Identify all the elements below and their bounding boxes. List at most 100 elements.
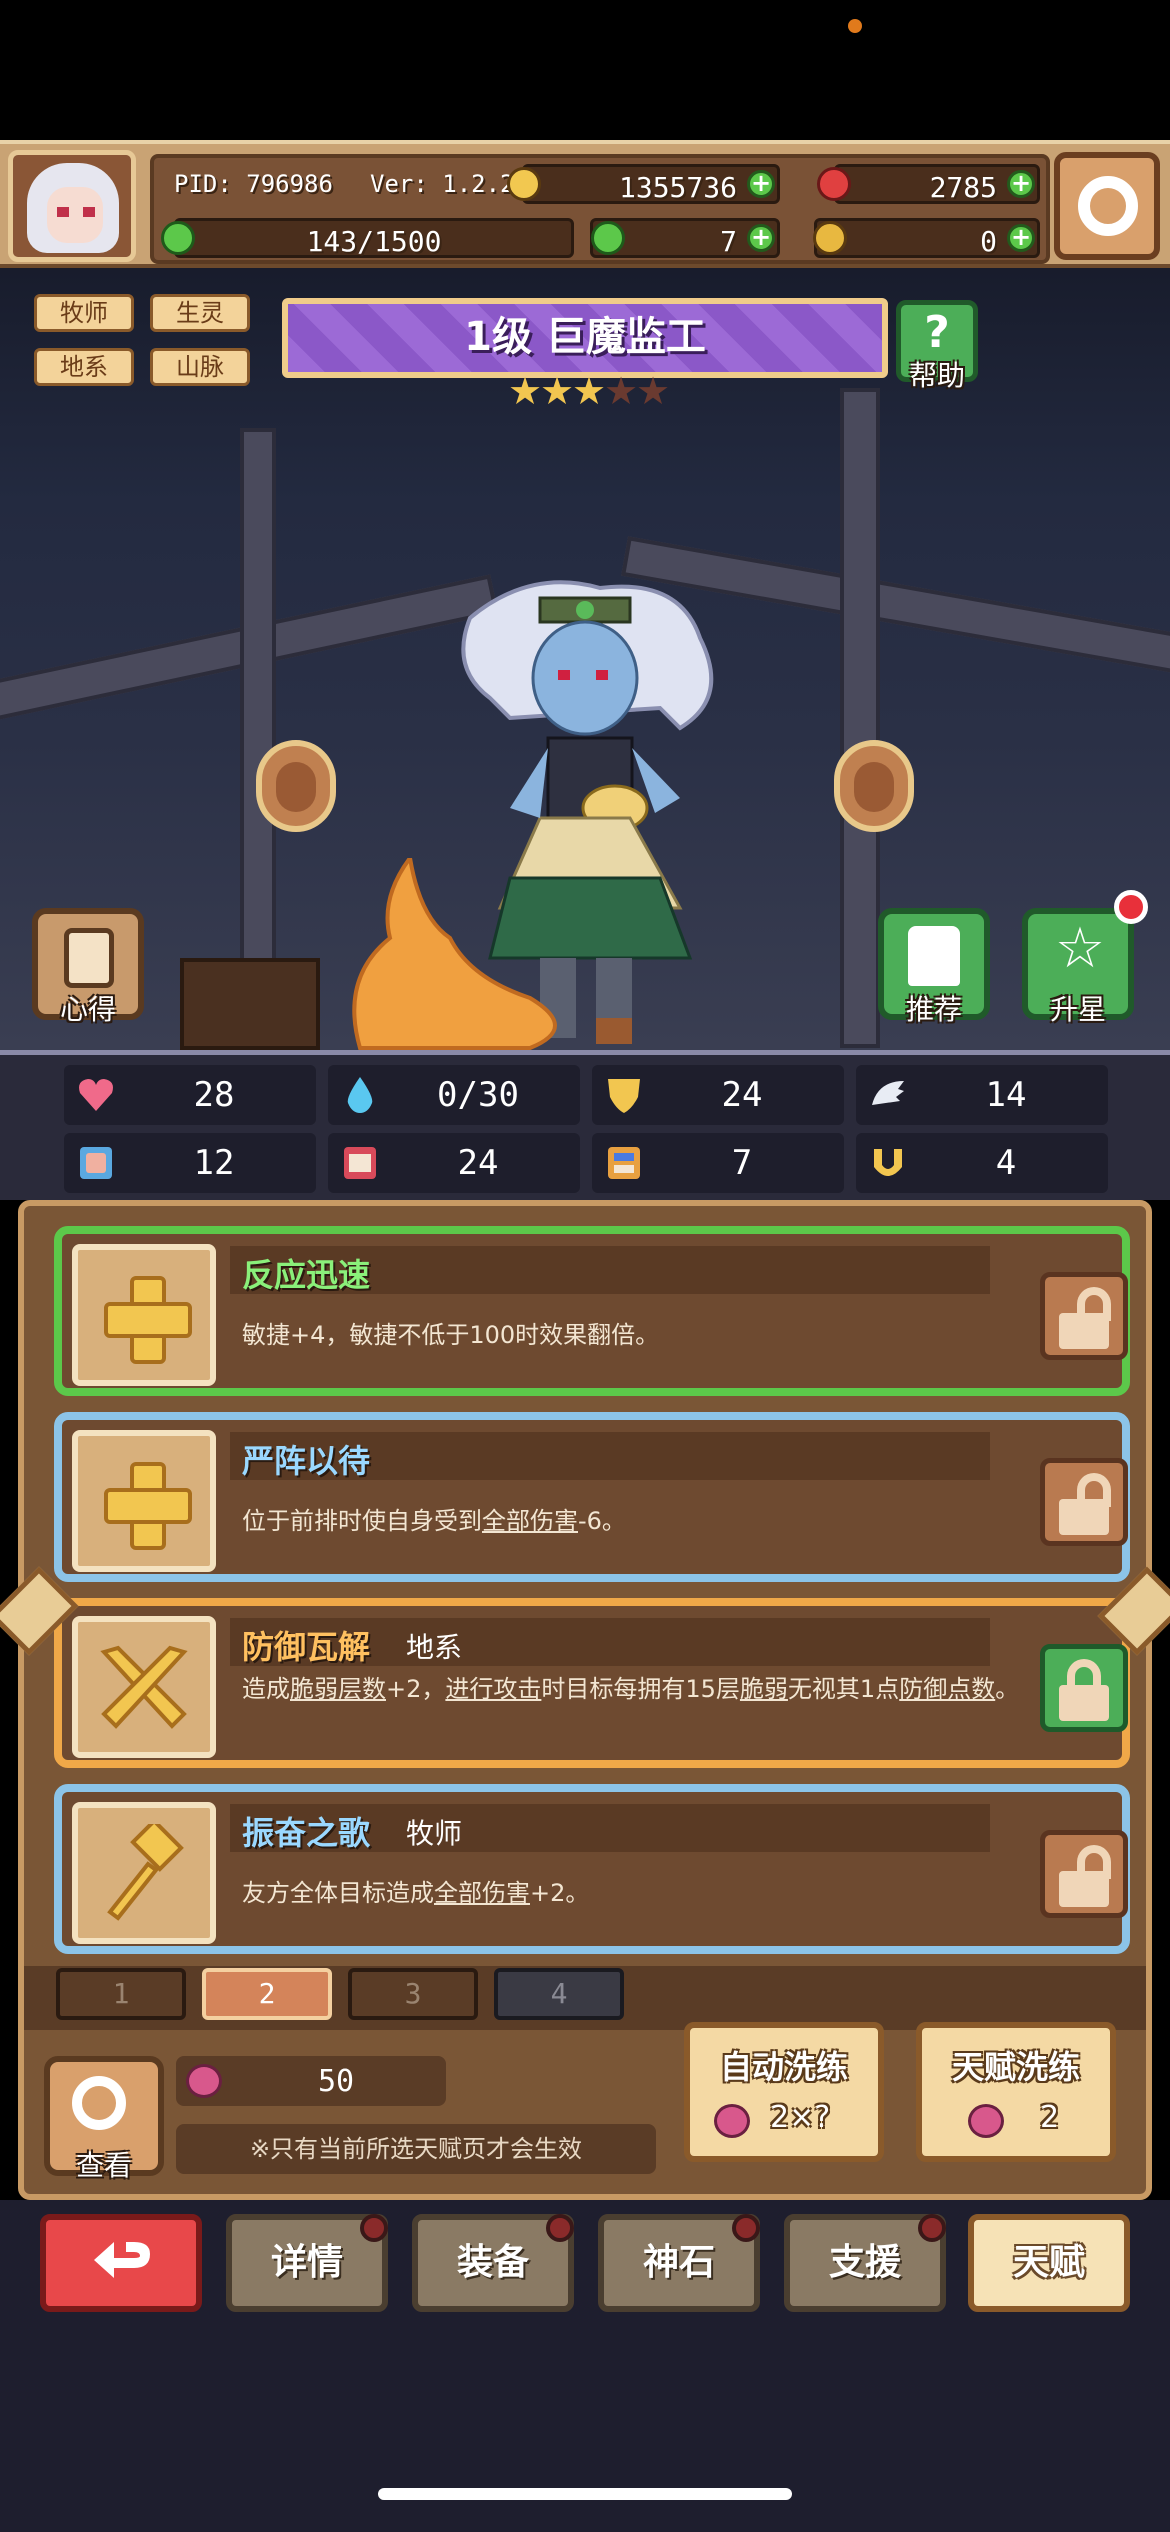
stat-value: 0/30 xyxy=(437,1075,519,1115)
key-value: 0 xyxy=(980,225,997,258)
nav-equipment[interactable]: 装备 xyxy=(412,2214,574,2312)
talent-page-tab-2[interactable]: 2 xyxy=(202,1968,332,2020)
cross-icon xyxy=(104,1462,192,1550)
tag-class: 牧师 xyxy=(34,294,134,332)
unlocked-lock-icon[interactable] xyxy=(1040,1830,1128,1918)
keyword-link[interactable]: 全部伤害 xyxy=(482,1507,578,1535)
keyword-link[interactable]: 全部伤害 xyxy=(434,1879,530,1907)
stat-value: 24 xyxy=(457,1143,499,1183)
stat-value: 7 xyxy=(731,1143,753,1183)
ruby-counter: 2785 + xyxy=(817,164,1040,204)
skill-rune-right[interactable] xyxy=(834,740,914,832)
hammer-icon xyxy=(107,1824,184,1921)
scroll-icon xyxy=(64,928,114,988)
nav-talent[interactable]: 天赋 xyxy=(968,2214,1130,2312)
notification-dot xyxy=(546,2214,574,2242)
plum-icon xyxy=(968,2104,1004,2138)
clover-icon xyxy=(591,221,625,255)
talent-name: 反应迅速 xyxy=(242,1256,371,1294)
star-empty-icon: ★ xyxy=(636,369,671,413)
stat-value: 4 xyxy=(995,1143,1017,1183)
tag-race: 生灵 xyxy=(150,294,250,332)
talent-page-tab-1[interactable]: 1 xyxy=(56,1968,186,2020)
heart-icon xyxy=(79,1079,113,1111)
auto-wash-label: 自动洗练 xyxy=(719,2048,848,2086)
stat-stack: 7 xyxy=(592,1133,844,1193)
talent-desc: 友方全体目标造成全部伤害+2。 xyxy=(242,1879,590,1907)
resource-bar: PID: 796986 Ver: 1.2.2.5 1355736 + 2785 … xyxy=(0,140,1170,268)
flame-effect xyxy=(352,858,557,1050)
stat-value: 28 xyxy=(193,1075,235,1115)
back-button[interactable] xyxy=(40,2214,202,2312)
nav-support[interactable]: 支援 xyxy=(784,2214,946,2312)
camera-indicator xyxy=(848,19,862,33)
talent-tag: 牧师 xyxy=(406,1817,463,1850)
avatar[interactable] xyxy=(8,150,136,262)
notification-dot xyxy=(732,2214,760,2242)
auto-wash-button[interactable]: 自动洗练 2×? xyxy=(684,2022,884,2162)
stat-agility: 14 xyxy=(856,1065,1108,1125)
star-icon: ★ xyxy=(508,369,543,413)
scene-beam xyxy=(240,428,276,1048)
plum-counter: 50 xyxy=(176,2056,446,2106)
stat-health: 28 xyxy=(64,1065,316,1125)
stat-mana: 0/30 xyxy=(328,1065,580,1125)
talent-page-notice: ※只有当前所选天赋页才会生效 xyxy=(176,2124,656,2174)
key-icon xyxy=(813,221,847,255)
stat-value: 12 xyxy=(193,1143,235,1183)
unlocked-lock-icon[interactable] xyxy=(1040,1272,1128,1360)
talent-page-tab-4[interactable]: 4 xyxy=(494,1968,624,2020)
talent-wash-button[interactable]: 天赋洗练 2 xyxy=(916,2022,1116,2162)
keyword-link[interactable]: 防御点数 xyxy=(899,1675,995,1703)
hero-title: 1级 巨魔监工 xyxy=(282,298,888,378)
crossed-swords-icon xyxy=(100,1645,188,1729)
clover-counter: 7 + xyxy=(590,218,780,258)
notification-dot xyxy=(1114,890,1148,924)
add-ruby-icon[interactable]: + xyxy=(1007,170,1035,198)
home-indicator[interactable] xyxy=(378,2488,792,2500)
talent-card[interactable]: 防御瓦解 地系 造成脆弱层数+2，进行攻击时目标每拥有15层脆弱无视其1点防御点… xyxy=(54,1598,1130,1768)
talent-card[interactable]: 反应迅速 敏捷+4，敏捷不低于100时效果翻倍。 xyxy=(54,1226,1130,1396)
star-icon: ★ xyxy=(572,369,607,413)
tag-terrain: 山脉 xyxy=(150,348,250,386)
stats-panel: 28 0/30 24 14 12 24 7 4 xyxy=(0,1050,1170,1200)
locked-lock-icon[interactable] xyxy=(1040,1644,1128,1732)
keyword-link[interactable]: 脆弱 xyxy=(740,1675,788,1703)
nav-details[interactable]: 详情 xyxy=(226,2214,388,2312)
recommend-label: 推荐 xyxy=(905,993,962,1026)
talent-page-tab-3[interactable]: 3 xyxy=(348,1968,478,2020)
keyword-link[interactable]: 脆弱层数 xyxy=(290,1675,386,1703)
plum-icon xyxy=(186,2064,222,2098)
talent-card[interactable]: 严阵以待 位于前排时使自身受到全部伤害-6。 xyxy=(54,1412,1130,1582)
talent-wash-label: 天赋洗练 xyxy=(951,2048,1080,2086)
question-icon: ? xyxy=(924,307,950,358)
keyword-link[interactable]: 进行攻击 xyxy=(445,1675,541,1703)
talent-desc: 位于前排时使自身受到全部伤害-6。 xyxy=(242,1507,626,1535)
plum-value: 50 xyxy=(317,2064,355,2099)
status-bar xyxy=(0,0,1170,140)
bottom-nav: 详情 装备 神石 支援 天赋 xyxy=(0,2200,1170,2532)
thumbs-up-icon xyxy=(908,926,960,986)
exp-value: 143/1500 xyxy=(306,225,442,258)
talent-card[interactable]: 振奋之歌 牧师 友方全体目标造成全部伤害+2。 xyxy=(54,1784,1130,1954)
ruby-value: 2785 xyxy=(929,171,997,204)
stat-luck: 4 xyxy=(856,1133,1108,1193)
add-key-icon[interactable]: + xyxy=(1007,224,1035,252)
gold-coin-icon xyxy=(507,167,541,201)
stat-strength: 12 xyxy=(64,1133,316,1193)
star-outline-icon: ☆ xyxy=(1054,916,1106,981)
skill-rune-left[interactable] xyxy=(256,740,336,832)
nav-divine-stone[interactable]: 神石 xyxy=(598,2214,760,2312)
star-empty-icon: ★ xyxy=(604,369,639,413)
settings-button[interactable] xyxy=(1054,152,1160,260)
scene-beam xyxy=(840,388,880,1048)
talent-name: 严阵以待 xyxy=(242,1442,371,1480)
talent-name: 振奋之歌 xyxy=(242,1814,371,1852)
notes-label: 心得 xyxy=(59,993,116,1026)
add-gold-icon[interactable]: + xyxy=(747,170,775,198)
player-info-panel: PID: 796986 Ver: 1.2.2.5 1355736 + 2785 … xyxy=(150,154,1050,264)
add-clover-icon[interactable]: + xyxy=(747,224,775,252)
ruby-icon xyxy=(817,167,851,201)
unlocked-lock-icon[interactable] xyxy=(1040,1458,1128,1546)
pid-label: PID: 796986 xyxy=(174,170,333,198)
